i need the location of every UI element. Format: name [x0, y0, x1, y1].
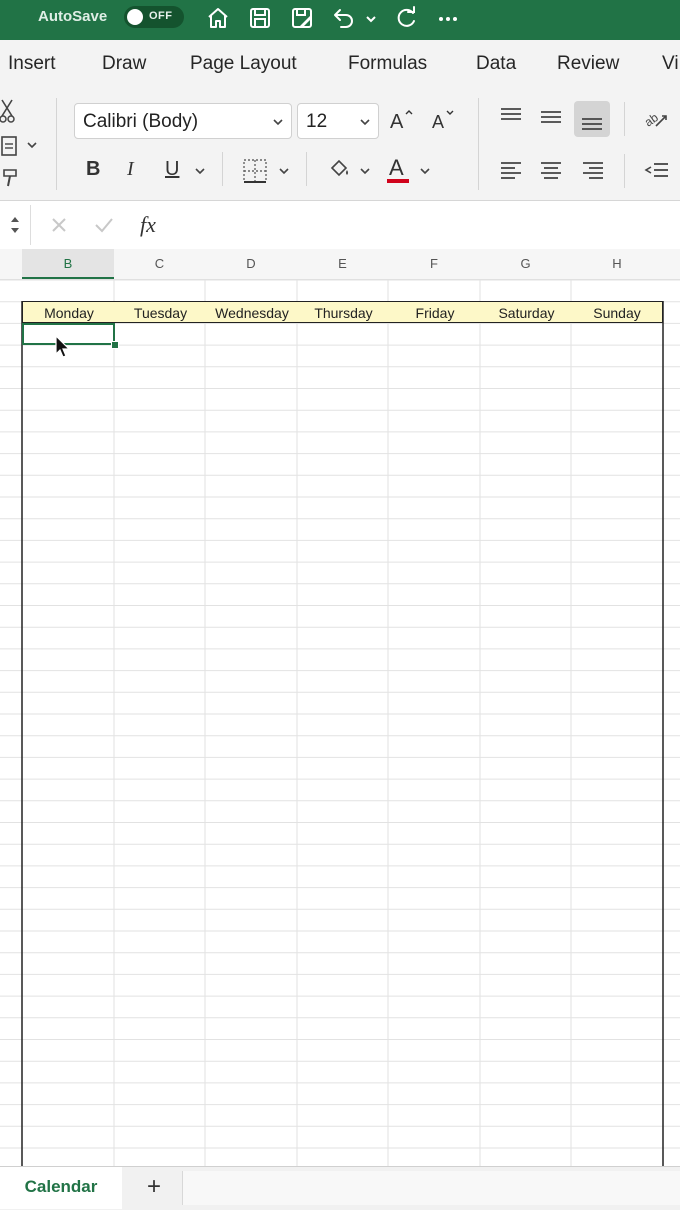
autosave-toggle[interactable]: OFF: [124, 6, 184, 28]
tab-insert[interactable]: Insert: [8, 53, 56, 75]
weekday-cell-sunday[interactable]: Sunday: [572, 302, 662, 324]
worksheet-grid[interactable]: Monday Tuesday Wednesday Thursday Friday…: [0, 280, 680, 1166]
formula-bar: fx: [0, 200, 680, 250]
tab-draw[interactable]: Draw: [102, 53, 146, 75]
add-sheet-button[interactable]: +: [140, 1171, 168, 1203]
column-headers: B C D E F G H: [0, 249, 680, 280]
align-bottom-icon: [582, 118, 602, 130]
weekday-cell-monday[interactable]: Monday: [23, 302, 115, 324]
ribbon-separator: [478, 98, 479, 190]
name-box-stepper[interactable]: [6, 211, 24, 239]
enter-icon[interactable]: [94, 216, 114, 234]
increase-font-size-icon[interactable]: A: [388, 106, 416, 134]
undo-dropdown-icon[interactable]: [362, 4, 380, 32]
font-size-dropdown[interactable]: 12: [297, 103, 379, 139]
gridlines: [0, 280, 680, 1166]
save-icon[interactable]: [246, 4, 274, 32]
ribbon-separator: [222, 152, 223, 186]
column-header-b[interactable]: B: [22, 249, 114, 279]
column-header-h[interactable]: H: [571, 249, 663, 279]
svg-text:A: A: [432, 112, 444, 132]
align-bottom-button[interactable]: [574, 101, 610, 137]
column-header-f[interactable]: F: [388, 249, 480, 279]
chevron-down-icon: [273, 119, 283, 126]
format-painter-icon[interactable]: [0, 166, 20, 190]
cut-icon[interactable]: [0, 98, 18, 124]
title-bar: AutoSave OFF: [0, 0, 680, 40]
align-left-icon[interactable]: [498, 158, 524, 184]
ribbon-separator: [624, 102, 625, 136]
chevron-down-icon[interactable]: [277, 164, 291, 178]
insert-function-button[interactable]: fx: [140, 212, 156, 238]
home-icon[interactable]: [204, 4, 232, 32]
column-header-d[interactable]: D: [205, 249, 297, 279]
italic-button[interactable]: I: [127, 158, 134, 181]
svg-text:A: A: [389, 155, 404, 180]
chevron-down-icon: [360, 119, 370, 126]
tab-review[interactable]: Review: [557, 53, 619, 75]
redo-icon[interactable]: [392, 4, 420, 32]
tab-view[interactable]: Vi: [662, 53, 679, 75]
column-header-c[interactable]: C: [114, 249, 205, 279]
tab-page-layout[interactable]: Page Layout: [190, 53, 297, 75]
cancel-icon[interactable]: [50, 216, 68, 234]
weekday-header-row: Monday Tuesday Wednesday Thursday Friday…: [22, 301, 663, 323]
svg-text:A: A: [390, 111, 404, 133]
mouse-cursor-icon: [55, 334, 71, 358]
more-options-icon[interactable]: [434, 4, 462, 32]
tab-formulas[interactable]: Formulas: [348, 53, 427, 75]
align-top-icon[interactable]: [498, 104, 524, 130]
ribbon-separator: [306, 152, 307, 186]
align-right-icon[interactable]: [580, 158, 606, 184]
align-middle-icon[interactable]: [538, 104, 564, 130]
fill-color-icon[interactable]: [326, 156, 352, 184]
align-center-icon[interactable]: [538, 158, 564, 184]
chevron-down-icon[interactable]: [418, 164, 432, 178]
formula-bar-divider: [30, 205, 31, 245]
font-size-value: 12: [306, 111, 328, 132]
orientation-icon[interactable]: ab: [642, 104, 670, 132]
ribbon: Calibri (Body) 12 A A B I U A ab: [0, 88, 680, 200]
chevron-down-icon[interactable]: [358, 164, 372, 178]
weekday-cell-saturday[interactable]: Saturday: [481, 302, 572, 324]
autosave-label: AutoSave: [38, 8, 108, 25]
bold-button[interactable]: B: [86, 158, 100, 181]
toggle-knob: [127, 9, 143, 25]
save-as-icon[interactable]: [288, 4, 316, 32]
underline-button[interactable]: U: [165, 158, 179, 181]
weekday-cell-thursday[interactable]: Thursday: [298, 302, 389, 324]
column-header-g[interactable]: G: [480, 249, 571, 279]
decrease-indent-icon[interactable]: [642, 158, 670, 184]
weekday-cell-wednesday[interactable]: Wednesday: [206, 302, 298, 324]
column-header-e[interactable]: E: [297, 249, 388, 279]
tab-data[interactable]: Data: [476, 53, 516, 75]
paste-icon[interactable]: [0, 134, 40, 158]
borders-icon[interactable]: [242, 158, 268, 184]
weekday-cell-tuesday[interactable]: Tuesday: [115, 302, 206, 324]
font-name-value: Calibri (Body): [83, 111, 199, 132]
fill-handle[interactable]: [111, 341, 119, 349]
sheet-tab-bar: Calendar +: [0, 1166, 680, 1210]
undo-icon[interactable]: [330, 4, 358, 32]
decrease-font-size-icon[interactable]: A: [430, 106, 458, 134]
sheet-tab-calendar[interactable]: Calendar: [0, 1167, 122, 1209]
weekday-cell-friday[interactable]: Friday: [389, 302, 481, 324]
svg-text:ab: ab: [642, 110, 661, 129]
ribbon-separator: [56, 98, 57, 190]
autosave-state: OFF: [149, 10, 173, 22]
ribbon-tabs: Insert Draw Page Layout Formulas Data Re…: [0, 40, 680, 88]
font-color-icon[interactable]: A: [384, 154, 412, 186]
formula-input[interactable]: [175, 205, 680, 245]
ribbon-separator: [624, 154, 625, 188]
chevron-down-icon[interactable]: [193, 164, 207, 178]
font-name-dropdown[interactable]: Calibri (Body): [74, 103, 292, 139]
horizontal-scrollbar[interactable]: [182, 1171, 680, 1205]
